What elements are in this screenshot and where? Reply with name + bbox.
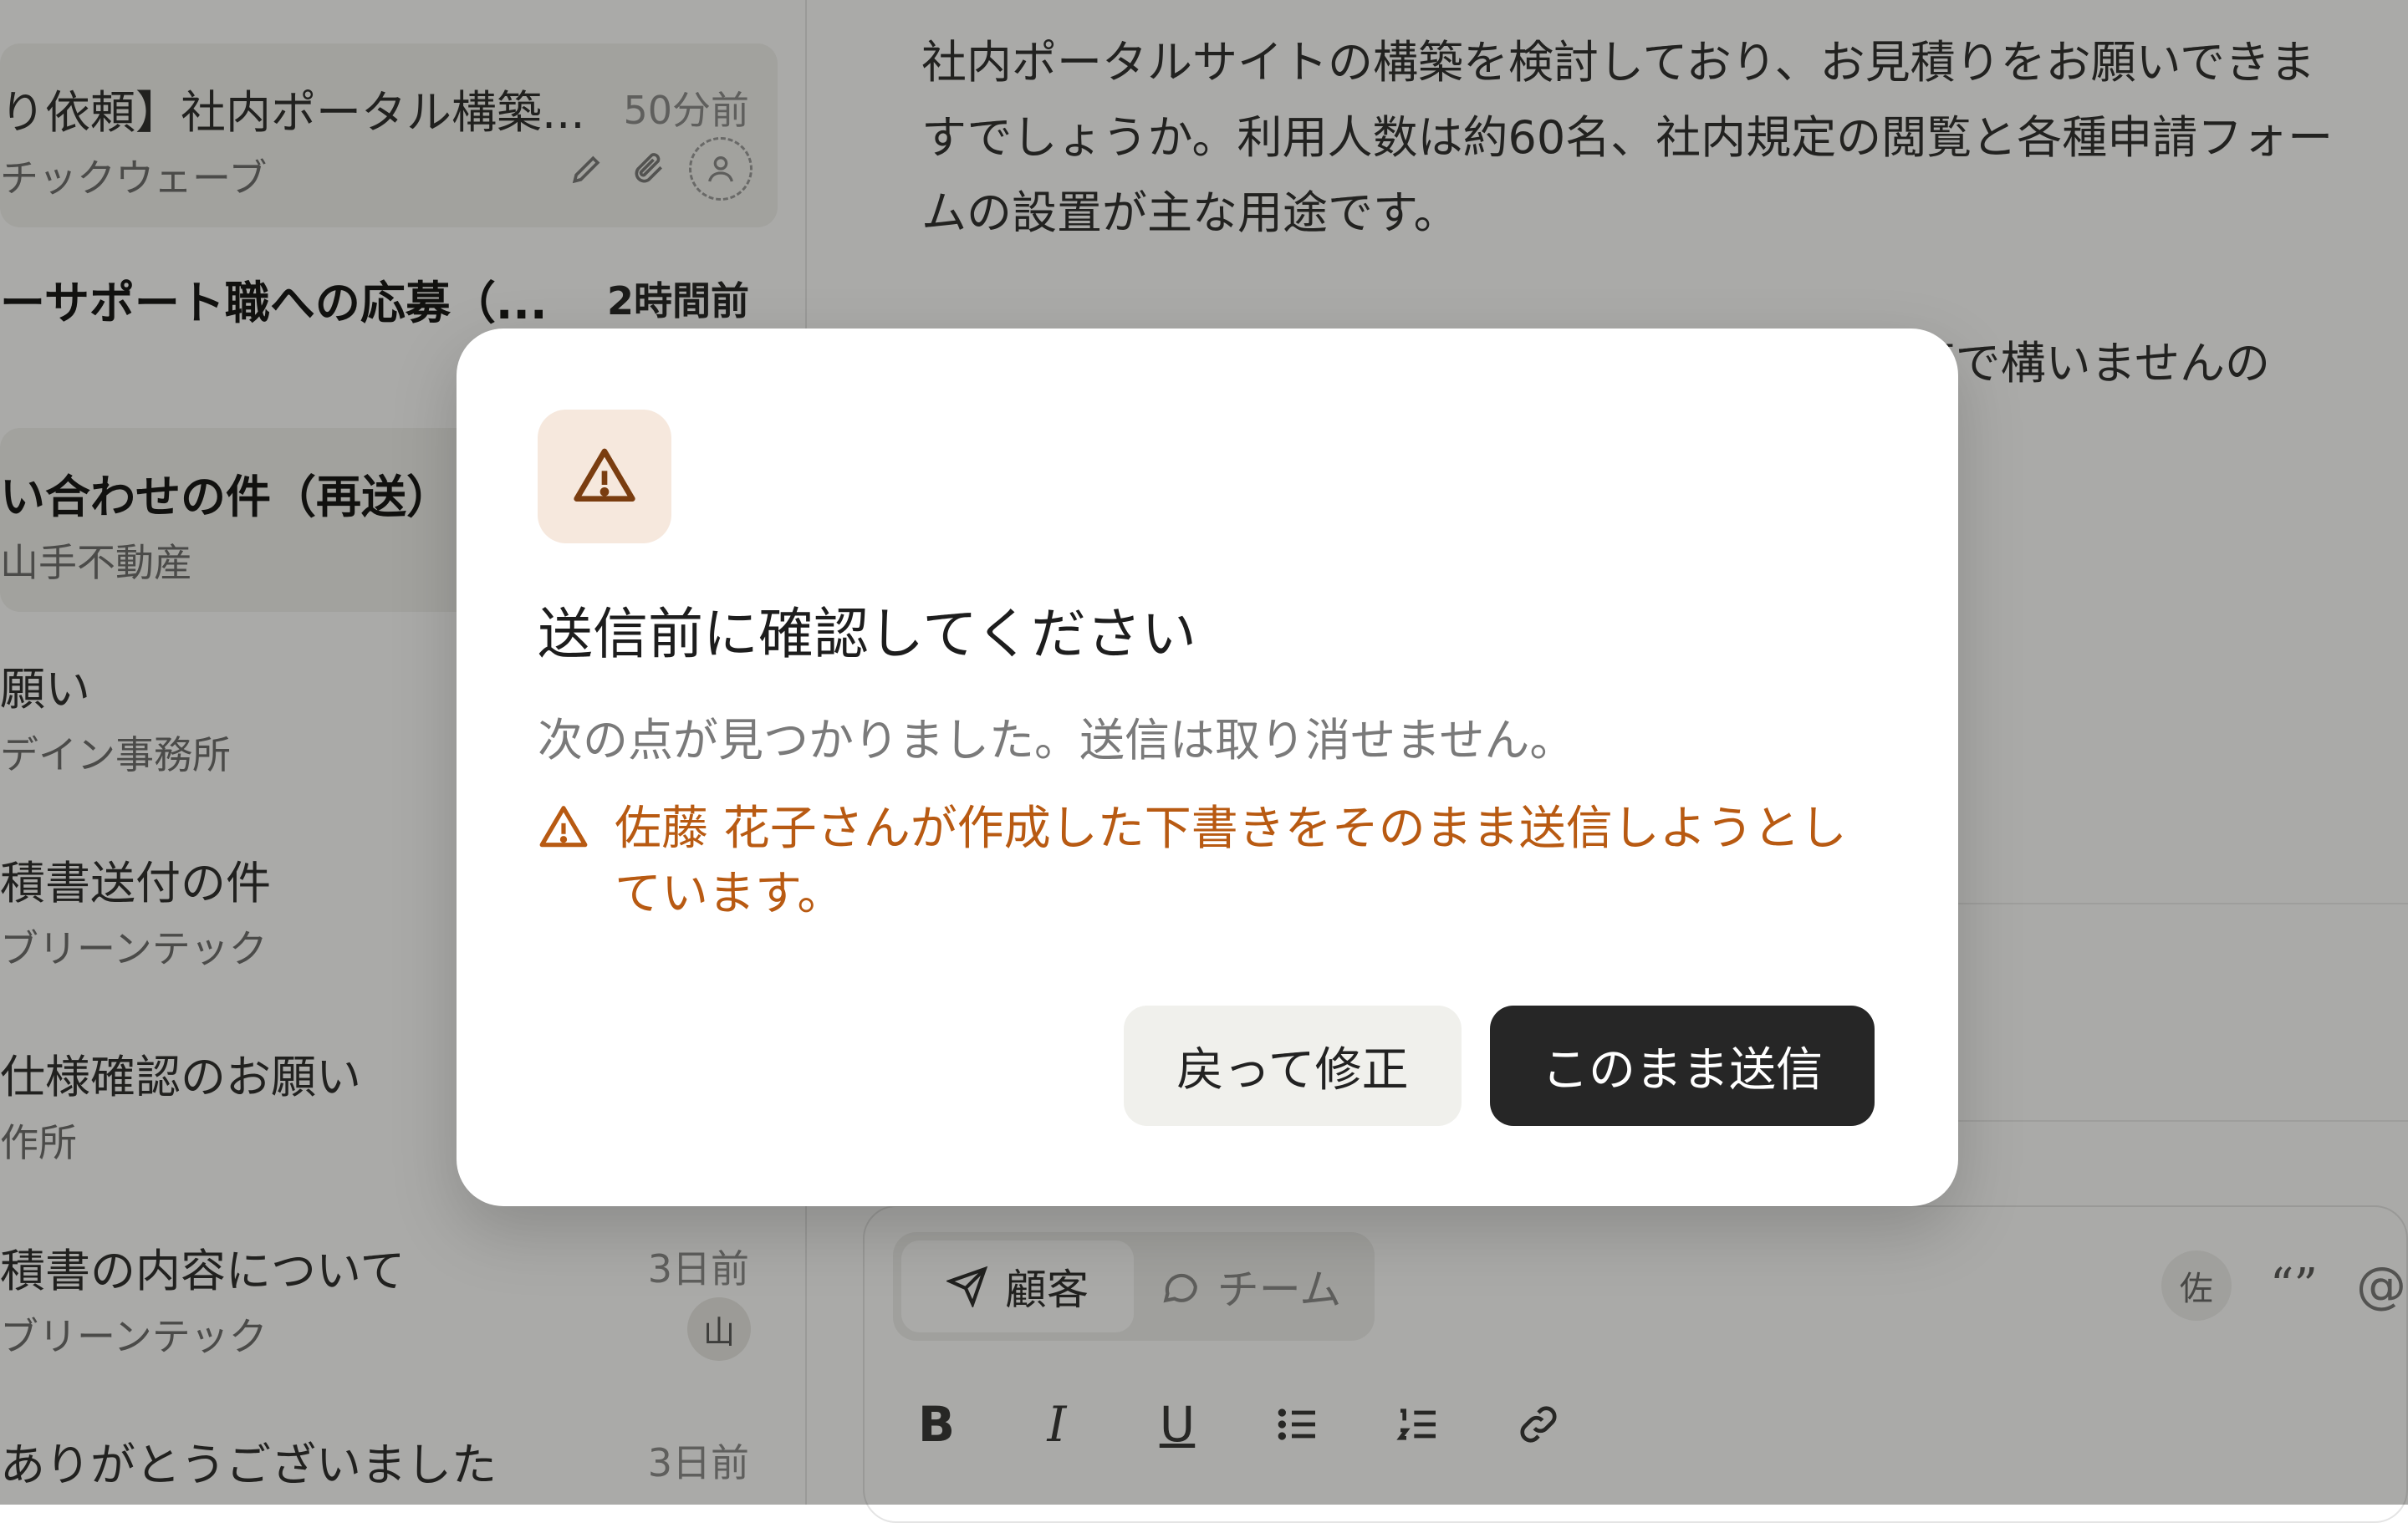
- warning-icon: [539, 806, 588, 848]
- dialog-warning-text: 佐藤 花子さんが作成した下書きをそのまま送信しようとしています。: [615, 802, 1847, 921]
- send-anyway-button[interactable]: このまま送信: [1490, 1006, 1875, 1126]
- dialog-description: 次の点が見つかりました。送信は取り消せません。: [538, 714, 1575, 767]
- warning-tile: [538, 410, 671, 543]
- dialog-title: 送信前に確認してください: [538, 602, 1197, 666]
- warning-triangle-icon: [574, 448, 635, 502]
- send-confirmation-dialog: 送信前に確認してください 次の点が見つかりました。送信は取り消せません。 佐藤 …: [457, 329, 1958, 1206]
- dialog-warning: 佐藤 花子さんが作成した下書きをそのまま送信しようとしています。: [538, 797, 1875, 927]
- back-and-edit-button[interactable]: 戻って修正: [1124, 1006, 1462, 1126]
- app-window: り依頼】社内ポータル構築... チックウェーブ 50分前 ーサポート職への応募（…: [0, 0, 2408, 1523]
